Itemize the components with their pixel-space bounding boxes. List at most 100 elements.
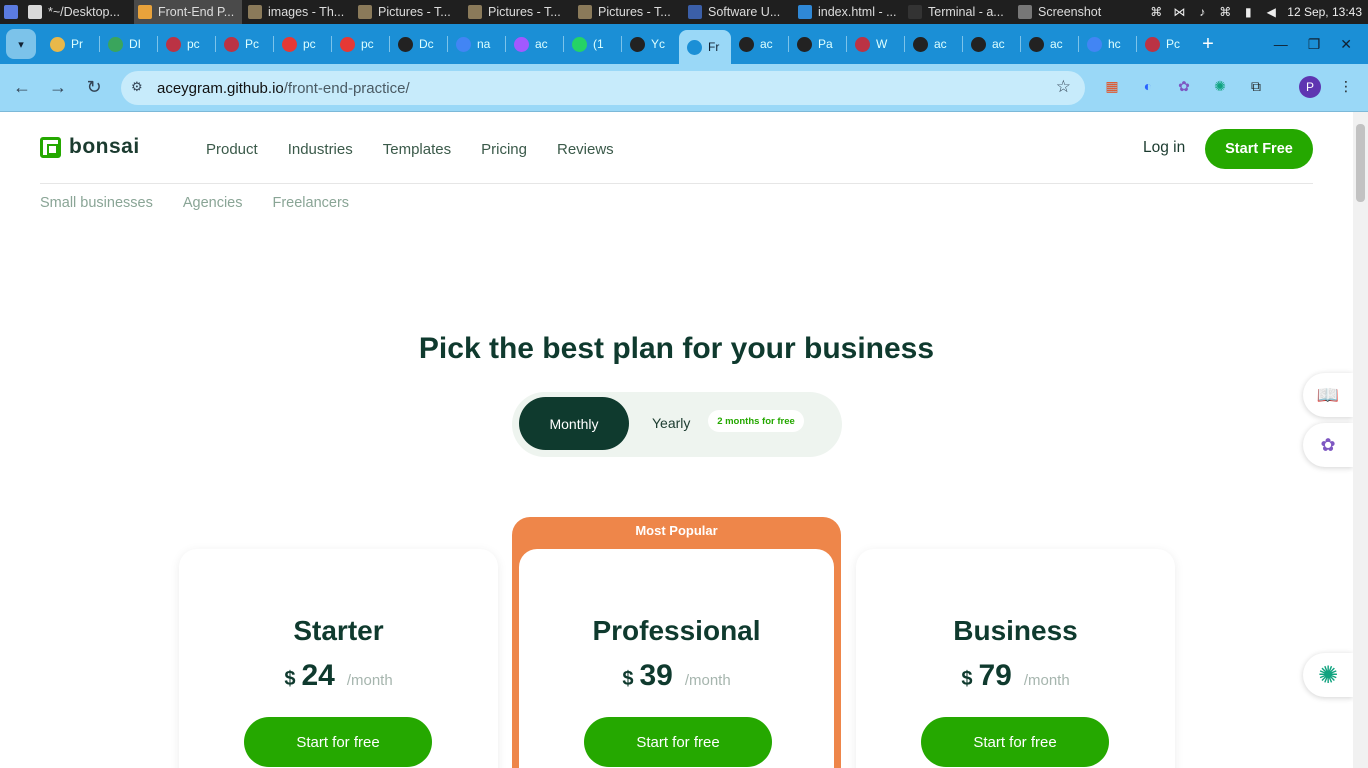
bookmark-star-icon[interactable]: ☆ [1056, 77, 1071, 97]
tab-label: ac [535, 37, 548, 51]
tab[interactable]: Yc [622, 28, 679, 60]
extension-grid-icon[interactable]: ▦ [1102, 76, 1122, 96]
nav-link-templates[interactable]: Templates [383, 141, 451, 158]
start-free-button[interactable]: Start Free [1205, 129, 1313, 169]
brand-logo[interactable]: bonsai [40, 135, 140, 159]
reader-mode-button[interactable]: 📖 [1303, 373, 1353, 417]
toggle-yearly[interactable]: Yearly [652, 415, 690, 431]
taskbar-task[interactable]: Terminal - a... [904, 0, 1012, 24]
volume-icon[interactable]: ◀ [1264, 5, 1278, 19]
taskbar-task[interactable]: Pictures - T... [354, 0, 462, 24]
omnibox[interactable]: ⚙ aceygram.github.io/front-end-practice/… [121, 71, 1085, 105]
brain-extension-button[interactable]: ✿ [1303, 423, 1353, 467]
forward-button[interactable]: → [40, 70, 76, 106]
minimize-button[interactable]: — [1274, 36, 1288, 52]
toggle-monthly[interactable]: Monthly [519, 397, 629, 450]
battery-icon[interactable]: ▮ [1241, 5, 1255, 19]
taskbar-task[interactable]: Software U... [684, 0, 792, 24]
tab[interactable]: na [448, 28, 505, 60]
tab-favicon-icon [797, 36, 812, 52]
tab[interactable]: ac [905, 28, 962, 60]
tab[interactable]: Pc [216, 28, 273, 60]
tab[interactable]: Pc [1137, 28, 1194, 60]
tab[interactable]: Pr [42, 28, 99, 60]
app-icon [248, 5, 262, 19]
tab[interactable]: Pa [789, 28, 846, 60]
taskbar-task[interactable]: *~/Desktop... [24, 0, 132, 24]
url-path: /front-end-practice/ [283, 79, 410, 97]
close-window-button[interactable]: ✕ [1340, 36, 1352, 53]
taskbar-task[interactable]: Front-End P... [134, 0, 242, 24]
extension-brain-icon[interactable]: ✿ [1174, 76, 1194, 96]
nav-link-reviews[interactable]: Reviews [557, 141, 614, 158]
start-for-free-button[interactable]: Start for free [921, 717, 1109, 767]
tab-search-button[interactable]: ▾ [6, 29, 36, 59]
notification-bell-icon[interactable]: ♪ [1195, 5, 1209, 19]
subnav-link[interactable]: Small businesses [40, 195, 153, 211]
tab[interactable]: DI [100, 28, 157, 60]
taskbar-task[interactable]: Screenshot [1014, 0, 1104, 24]
subnav-link[interactable]: Agencies [183, 195, 243, 211]
restore-button[interactable]: ❐ [1308, 36, 1321, 53]
taskbar-task[interactable]: Pictures - T... [574, 0, 682, 24]
tab[interactable]: pc [332, 28, 389, 60]
app-icon [688, 5, 702, 19]
tab-label: Fr [708, 40, 720, 54]
reload-button[interactable]: ↻ [76, 70, 112, 106]
chatgpt-sidebar-button[interactable]: ✺ [1303, 653, 1353, 697]
plan-price: $ 79 /month [856, 659, 1175, 693]
brand-name: bonsai [69, 135, 140, 158]
tab[interactable]: (1 [564, 28, 621, 60]
page-scrollbar[interactable] [1353, 112, 1368, 768]
site-info-icon[interactable]: ⚙ [131, 79, 143, 95]
openai-icon: ✺ [1317, 661, 1339, 689]
app-icon [4, 5, 18, 19]
taskbar-task[interactable] [0, 0, 22, 24]
tab[interactable]: Dc [390, 28, 447, 60]
kebab-menu-icon[interactable]: ⋮ [1336, 76, 1356, 96]
tab[interactable]: ac [963, 28, 1020, 60]
extension-c-icon[interactable]: ◐ [1138, 76, 1158, 96]
tab-favicon-icon [739, 36, 754, 52]
taskbar-task[interactable]: images - Th... [244, 0, 352, 24]
most-popular-frame: Most Popular Professional $ 39 /month St… [512, 517, 841, 768]
network-tree-icon[interactable]: ⌘ [1218, 5, 1232, 19]
nav-link-product[interactable]: Product [206, 141, 258, 158]
url-text[interactable]: aceygram.github.io/front-end-practice/ [157, 80, 410, 97]
page-viewport: bonsai Product Industries Templates Pricing… [0, 112, 1368, 768]
scrollbar-thumb[interactable] [1356, 124, 1365, 202]
extension-openai-icon[interactable]: ✺ [1210, 76, 1230, 96]
tab[interactable]: hc [1079, 28, 1136, 60]
taskbar-task[interactable]: index.html - ... [794, 0, 902, 24]
subnav-link[interactable]: Freelancers [272, 195, 349, 211]
extensions-puzzle-icon[interactable]: ⧉ [1246, 76, 1266, 96]
nav-link-industries[interactable]: Industries [288, 141, 353, 158]
tab[interactable]: W [847, 28, 904, 60]
tab-label: na [477, 37, 491, 51]
new-tab-button[interactable]: + [1194, 33, 1222, 56]
tab[interactable]: pc [158, 28, 215, 60]
login-link[interactable]: Log in [1143, 139, 1185, 157]
taskbar-task[interactable]: Pictures - T... [464, 0, 572, 24]
tab[interactable]: pc [274, 28, 331, 60]
network-icon[interactable]: ⌘ [1149, 5, 1163, 19]
back-button[interactable]: ← [4, 70, 40, 106]
tab-label: Dc [419, 37, 434, 51]
price-period: /month [684, 672, 731, 689]
nav-link-pricing[interactable]: Pricing [481, 141, 527, 158]
browser-toolbar: ← → ↻ ⚙ aceygram.github.io/front-end-pra… [0, 64, 1368, 112]
tab[interactable]: ac [506, 28, 563, 60]
tab-label: ac [760, 37, 773, 51]
start-for-free-button[interactable]: Start for free [244, 717, 432, 767]
share-icon[interactable]: ⋈ [1172, 5, 1186, 19]
task-label: Screenshot [1038, 5, 1102, 19]
tab[interactable]: ac [731, 28, 788, 60]
task-label: index.html - ... [818, 5, 897, 19]
tab-active[interactable]: Fr✕ [679, 30, 731, 64]
tab-strip: Pr DI pc Pc pc pc Dc na ac (1 Yc Fr✕ ac Pa Wac ac ac hc Pc [42, 24, 1194, 64]
clock[interactable]: 12 Sep, 13:43 [1287, 5, 1362, 19]
start-for-free-button[interactable]: Start for free [584, 717, 772, 767]
page-heading: Pick the best plan for your business [418, 332, 935, 365]
profile-avatar[interactable]: P [1299, 76, 1321, 98]
tab[interactable]: ac [1021, 28, 1078, 60]
